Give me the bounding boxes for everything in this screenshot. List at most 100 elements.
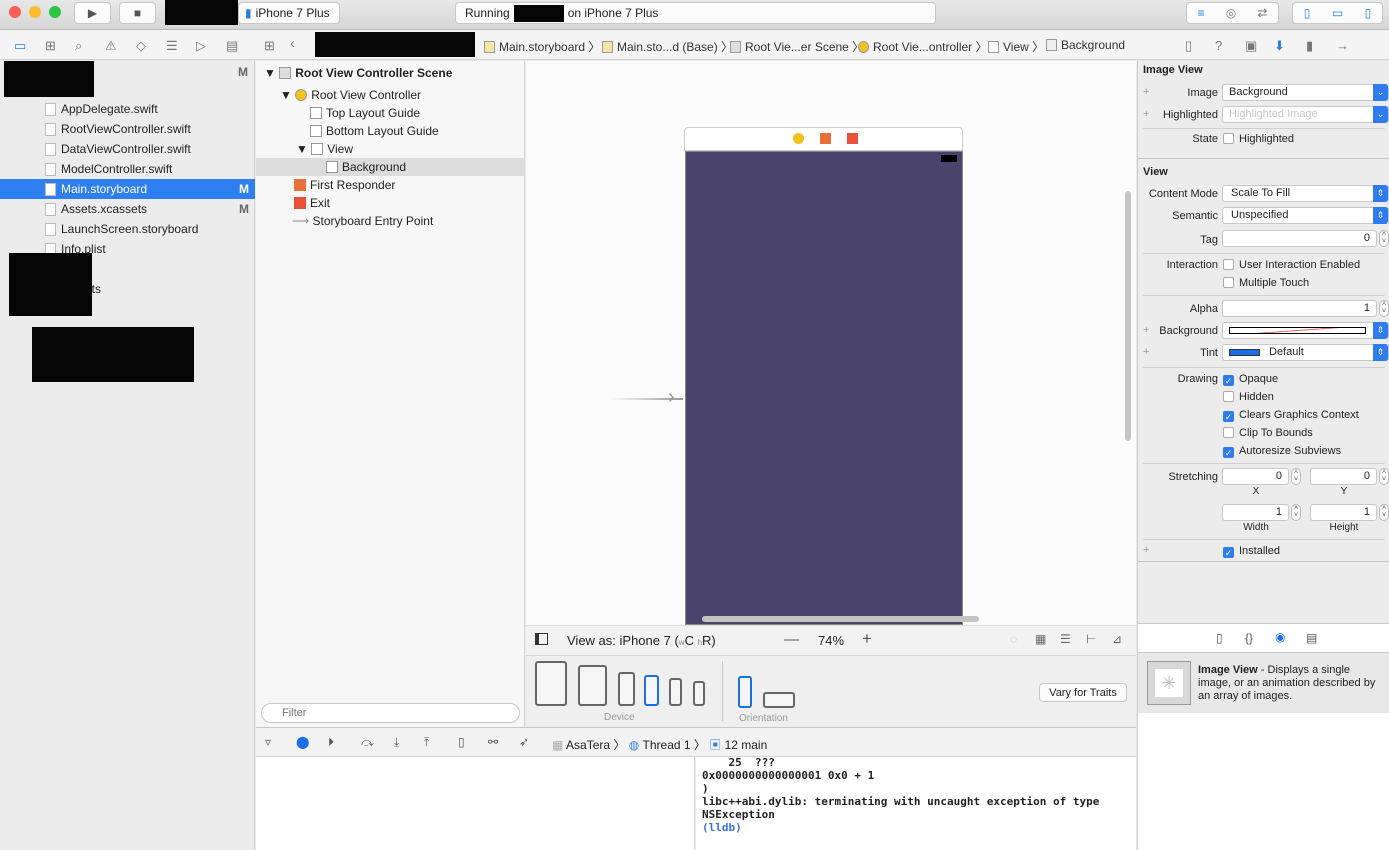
outline-toggle-icon[interactable]	[535, 633, 548, 645]
step-out-icon[interactable]: ⤒	[424, 735, 429, 750]
add-variation-icon[interactable]: +	[1143, 544, 1149, 556]
object-library-icon[interactable]: ◉	[1275, 630, 1285, 644]
installed-checkbox[interactable]: ✓ Installed	[1223, 545, 1280, 558]
highlighted-checkbox[interactable]: Highlighted	[1223, 133, 1294, 145]
frame-crumb[interactable]: ▣ 12 main	[709, 738, 767, 752]
memory-graph-icon[interactable]: ⚯	[488, 735, 498, 749]
vary-for-traits-button[interactable]: Vary for Traits	[1039, 683, 1127, 702]
multiple-touch-checkbox[interactable]: Multiple Touch	[1223, 277, 1309, 289]
file-item[interactable]: Assets.xcassets M	[0, 199, 255, 219]
stop-button[interactable]: ■	[119, 2, 156, 24]
outline-view[interactable]: ▼ View	[256, 140, 525, 158]
opaque-checkbox[interactable]: ✓ Opaque	[1223, 373, 1278, 386]
breadcrumb-item[interactable]: Background	[1046, 38, 1125, 52]
location-icon[interactable]: ➶	[519, 735, 529, 749]
quick-help-icon[interactable]: ?	[1215, 38, 1222, 53]
user-interaction-checkbox[interactable]: User Interaction Enabled	[1223, 259, 1360, 271]
stretching-y-stepper[interactable]: ˄ ˅	[1379, 468, 1389, 485]
alpha-stepper[interactable]: ˄ ˅	[1379, 300, 1389, 317]
tag-field[interactable]: 0	[1222, 230, 1377, 247]
step-over-icon[interactable]: ⤼	[361, 735, 374, 750]
version-editor-icon[interactable]: ⇄	[1257, 6, 1267, 20]
assistant-editor-icon[interactable]: ◎	[1226, 6, 1236, 20]
align-icon[interactable]: ☰	[1060, 632, 1071, 646]
breakpoints-toggle-icon[interactable]: ⬤	[296, 735, 309, 749]
outline-filter-input[interactable]	[261, 703, 520, 723]
device-ipad-icon[interactable]	[578, 665, 607, 706]
tint-color-select[interactable]: Default ⇕	[1222, 344, 1389, 361]
close-window-button[interactable]	[9, 6, 21, 18]
run-button[interactable]: ▶	[74, 2, 111, 24]
variables-view[interactable]	[256, 757, 695, 850]
debug-toggle-icon[interactable]: ▭	[1332, 6, 1343, 20]
update-frames-icon[interactable]: ◌	[1010, 632, 1017, 646]
stretching-height-field[interactable]: 1	[1310, 504, 1377, 521]
inspector-toggle-icon[interactable]: ▯	[1365, 6, 1372, 20]
highlighted-image-select[interactable]: Highlighted Image ⌄	[1222, 106, 1389, 123]
navigator-toggle-icon[interactable]: ▯	[1304, 6, 1311, 20]
related-items-icon[interactable]: ⊞	[264, 38, 275, 54]
stretching-width-field[interactable]: 1	[1222, 504, 1289, 521]
file-inspector-icon[interactable]: ▯	[1185, 38, 1192, 54]
view-debugger-icon[interactable]: ▯	[458, 735, 465, 749]
file-item[interactable]: ModelController.swift	[0, 159, 255, 179]
file-item[interactable]: Main.storyboard M	[0, 179, 255, 199]
process-crumb[interactable]: ▦ AsaTera	[552, 738, 610, 752]
outline-root-view-controller[interactable]: ▼ Root View Controller	[256, 86, 525, 104]
orientation-portrait-icon[interactable]	[738, 676, 752, 708]
code-snippet-library-icon[interactable]: {}	[1245, 631, 1253, 645]
autoresize-subviews-checkbox[interactable]: ✓ Autoresize Subviews	[1223, 445, 1341, 458]
outline-bottom-layout-guide[interactable]: Bottom Layout Guide	[256, 122, 525, 140]
report-navigator-icon[interactable]: ▤	[226, 38, 238, 54]
device-selector[interactable]: ▮ iPhone 7 Plus	[238, 2, 340, 24]
minimize-window-button[interactable]	[29, 6, 41, 18]
outline-scene[interactable]: ▼ Root View Controller Scene	[256, 64, 525, 82]
hidden-checkbox[interactable]: Hidden	[1223, 391, 1274, 403]
resolve-auto-layout-icon[interactable]: ⊿	[1112, 632, 1122, 646]
view-controller-icon[interactable]	[793, 133, 804, 144]
debug-navigator-icon[interactable]: ☰	[166, 38, 178, 54]
pin-icon[interactable]: ⊢	[1086, 632, 1096, 646]
size-inspector-icon[interactable]: ▮	[1306, 38, 1313, 54]
identity-inspector-icon[interactable]: ▣	[1245, 38, 1257, 54]
file-item[interactable]: LaunchScreen.storyboard	[0, 219, 255, 239]
file-item[interactable]: DataViewController.swift	[0, 139, 255, 159]
first-responder-icon[interactable]	[820, 133, 831, 144]
device-iphone-plus-icon[interactable]	[618, 672, 635, 706]
horizontal-scrollbar[interactable]	[702, 616, 979, 622]
outline-storyboard-entry-point[interactable]: ⟶ Storyboard Entry Point	[256, 212, 525, 230]
file-item[interactable]: AppDelegate.swift	[0, 99, 255, 119]
file-template-library-icon[interactable]: ▯	[1216, 631, 1223, 645]
connections-inspector-icon[interactable]: →	[1336, 38, 1349, 53]
stretching-width-stepper[interactable]: ˄ ˅	[1291, 504, 1301, 521]
symbol-navigator-icon[interactable]: ⊞	[45, 38, 56, 54]
device-iphone-se-icon[interactable]	[669, 678, 682, 706]
media-library-icon[interactable]: ▤	[1306, 631, 1317, 645]
background-color-select[interactable]: ⇕	[1222, 322, 1389, 339]
storyboard-canvas[interactable]: ›	[526, 61, 1136, 625]
outline-first-responder[interactable]: First Responder	[256, 176, 525, 194]
breadcrumb-item[interactable]: View 〉	[988, 38, 1044, 55]
breadcrumb-item[interactable]: Main.storyboard 〉	[484, 38, 600, 55]
device-iphone-7-icon[interactable]	[644, 675, 659, 706]
test-navigator-icon[interactable]: ◇	[136, 38, 146, 54]
breadcrumb-item[interactable]: Main.sto...d (Base) 〉	[602, 38, 733, 55]
content-mode-select[interactable]: Scale To Fill ⇕	[1222, 185, 1389, 202]
embed-in-stack-icon[interactable]: ▦	[1035, 632, 1046, 646]
search-icon[interactable]: ⌕	[75, 38, 82, 54]
outline-top-layout-guide[interactable]: Top Layout Guide	[256, 104, 525, 122]
tag-stepper[interactable]: ˄ ˅	[1379, 230, 1389, 247]
continue-icon[interactable]: ⏵	[328, 735, 334, 750]
image-select[interactable]: Background ⌄	[1222, 84, 1389, 101]
background-image-view[interactable]	[685, 151, 963, 625]
step-into-icon[interactable]: ⤓	[394, 735, 399, 750]
device-ipad-pro-12-icon[interactable]	[535, 661, 567, 706]
exit-icon[interactable]	[847, 133, 858, 144]
standard-editor-icon[interactable]: ≡	[1198, 6, 1205, 20]
semantic-select[interactable]: Unspecified ⇕	[1222, 207, 1389, 224]
breadcrumb-item[interactable]: Root Vie...er Scene 〉	[730, 38, 864, 55]
library-item-image-view[interactable]: ✳ Image View - Displays a single image, …	[1138, 653, 1389, 713]
clears-graphics-context-checkbox[interactable]: ✓ Clears Graphics Context	[1223, 409, 1359, 422]
stretching-y-field[interactable]: 0	[1310, 468, 1377, 485]
zoom-window-button[interactable]	[49, 6, 61, 18]
